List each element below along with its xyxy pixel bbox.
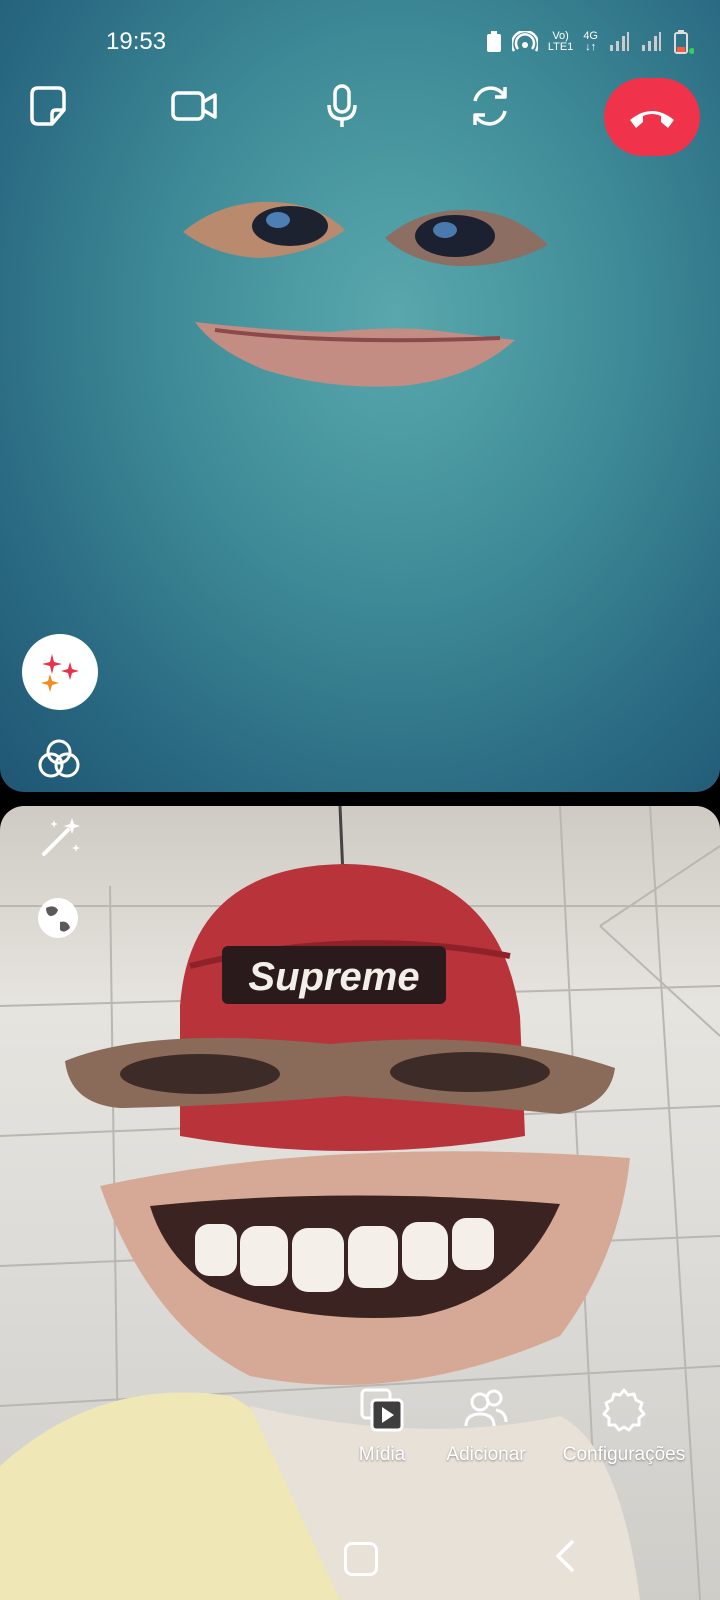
microphone-icon [327,84,357,127]
hotspot-icon [511,31,538,52]
remote-video-pane: 19:53 Vo) LTE1 4G ↓↑ [0,0,720,792]
battery-icon [674,30,694,54]
signal-icon-2 [642,32,661,51]
status-icons: Vo) LTE1 4G ↓↑ [486,30,694,54]
local-video-pane: Supreme Mídia Adicionar Configurações [0,806,720,1600]
sticker-button[interactable] [20,78,76,134]
media-label: Mídia [358,1444,406,1465]
video-toggle-button[interactable] [166,78,222,134]
effects-rings-icon[interactable] [36,736,82,782]
magic-wand-icon[interactable] [36,814,84,862]
microphone-button[interactable] [314,78,370,134]
switch-camera-icon [473,86,507,126]
sticker-icon [30,86,66,126]
volte-indicator: Vo) LTE1 [547,30,574,53]
settings-label: Configurações [562,1444,686,1465]
add-people-label: Adicionar [446,1444,526,1465]
back-icon[interactable] [550,1538,580,1574]
battery-saver-icon [486,31,501,52]
globe-icon[interactable] [34,894,82,942]
cap-logo-text: Supreme [248,955,419,999]
call-actions: Mídia Adicionar Configurações [330,1386,720,1496]
navigation-bar [0,1520,720,1600]
network-type: 4G ↓↑ [583,30,598,53]
settings-icon [602,1388,646,1432]
settings-button[interactable]: Configurações [556,1386,692,1466]
end-call-icon [630,111,674,128]
status-bar: 19:53 Vo) LTE1 4G ↓↑ [0,0,720,80]
media-button[interactable]: Mídia [330,1386,434,1466]
status-time: 19:53 [106,28,167,55]
add-people-button[interactable]: Adicionar [436,1386,536,1466]
media-icon [360,1388,404,1432]
end-call-button[interactable] [604,78,700,156]
sparkles-icon [41,654,79,692]
home-icon[interactable] [344,1542,378,1576]
switch-camera-button[interactable] [462,78,518,134]
signal-icon [610,32,629,51]
video-camera-icon [171,91,217,121]
add-people-icon [464,1389,508,1427]
effects-button[interactable] [22,634,98,710]
